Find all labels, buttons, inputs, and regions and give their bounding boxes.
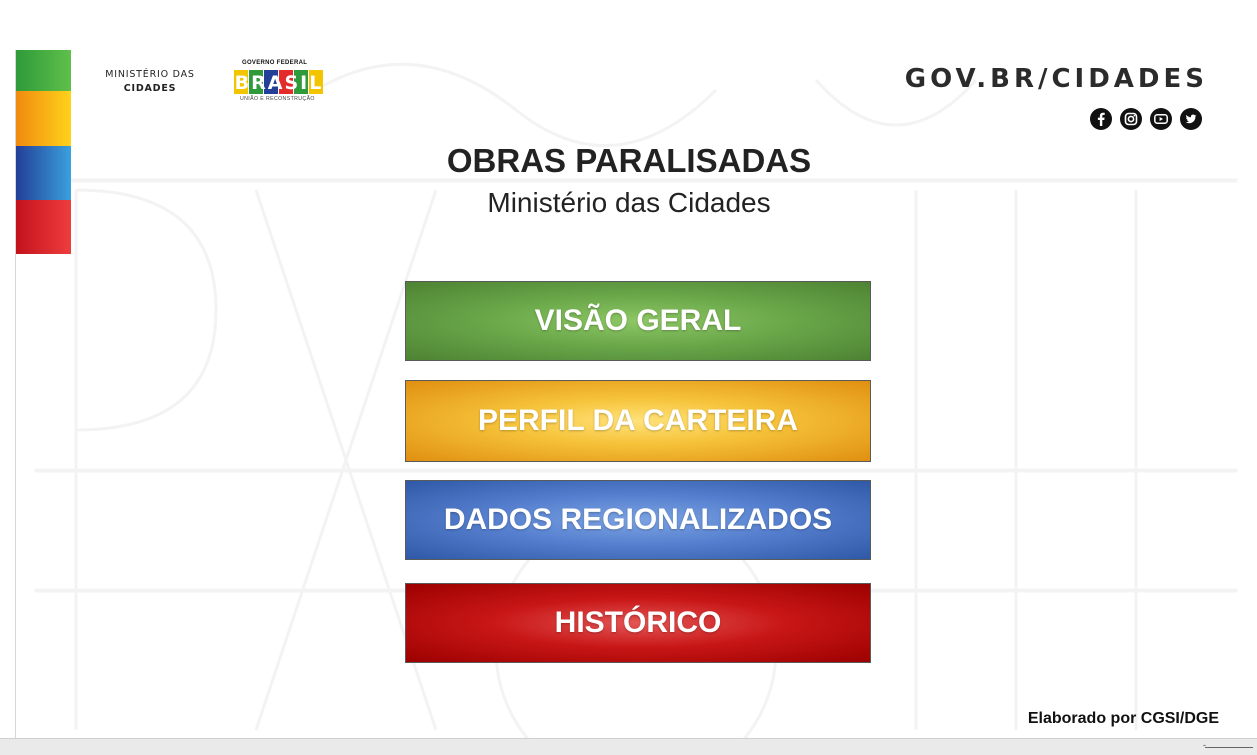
dados-regionalizados-button[interactable]: DADOS REGIONALIZADOS: [405, 480, 871, 560]
ministry-logo: MINISTÉRIO DAS CIDADES: [95, 68, 205, 96]
status-bar: -: [0, 738, 1257, 755]
ministry-logo-line1: MINISTÉRIO DAS: [105, 69, 195, 80]
zoom-out-icon[interactable]: -: [1203, 740, 1206, 750]
page-subtitle: Ministério das Cidades: [487, 187, 771, 218]
page-title: OBRAS PARALISADAS: [446, 142, 812, 179]
ministry-logo-line2: CIDADES: [123, 83, 177, 94]
youtube-icon[interactable]: [1149, 107, 1173, 131]
uniao-reconstrucao-label: UNIÃO E RECONSTRUÇÃO: [240, 96, 315, 102]
visao-geral-button[interactable]: VISÃO GERAL: [405, 281, 871, 361]
historico-button[interactable]: HISTÓRICO: [405, 583, 871, 663]
social-links: [1089, 107, 1203, 131]
footer-credit: Elaborado por CGSI/DGE: [1027, 710, 1219, 727]
brasil-wordmark: BRASIL: [234, 70, 324, 94]
top-margin: [0, 0, 1257, 50]
facebook-icon[interactable]: [1089, 107, 1113, 131]
governo-federal-logo: GOVERNO FEDERAL BRASIL UNIÃO E RECONSTRU…: [234, 60, 326, 106]
report-canvas: MINISTÉRIO DAS CIDADES GOVERNO FEDERAL B…: [15, 50, 1257, 738]
governo-federal-label: GOVERNO FEDERAL: [242, 60, 308, 66]
color-bar-yellow: [16, 91, 71, 146]
perfil-carteira-button[interactable]: PERFIL DA CARTEIRA: [405, 380, 871, 462]
zoom-slider[interactable]: [1205, 747, 1253, 748]
svg-text:BRASIL: BRASIL: [235, 72, 324, 94]
twitter-icon[interactable]: [1179, 107, 1203, 131]
govbr-cidades-link[interactable]: GOV.BR/CIDADES: [878, 64, 1208, 94]
instagram-icon[interactable]: [1119, 107, 1143, 131]
color-bar-green: [16, 50, 71, 91]
